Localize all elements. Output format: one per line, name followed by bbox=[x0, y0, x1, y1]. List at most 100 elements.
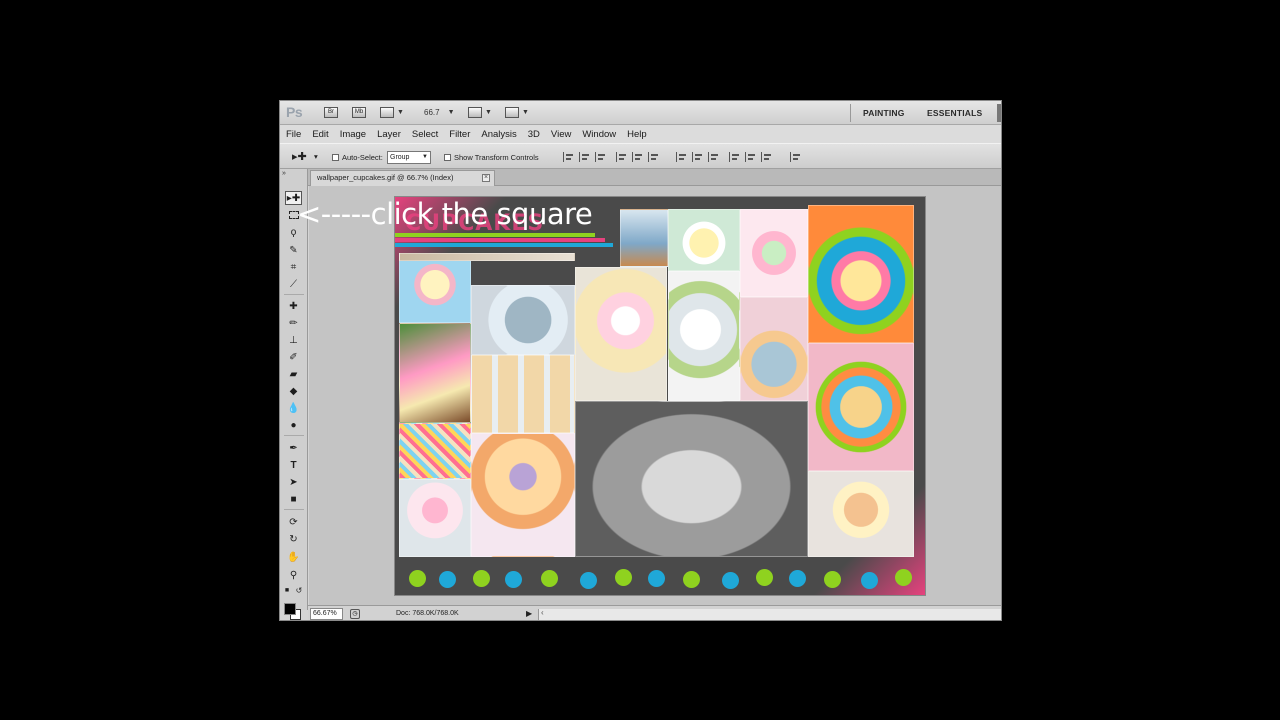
decor-dot bbox=[541, 570, 558, 587]
zoom-field[interactable]: 66.67% bbox=[310, 608, 343, 620]
align-right-icon[interactable] bbox=[648, 152, 660, 162]
photoshop-logo: Ps bbox=[286, 104, 303, 120]
status-menu-arrow-icon[interactable]: ▶ bbox=[526, 609, 532, 618]
auto-select-checkbox[interactable] bbox=[332, 154, 339, 161]
workspace-painting[interactable]: PAINTING bbox=[863, 108, 905, 118]
align-hcenter-icon[interactable] bbox=[632, 152, 644, 162]
menu-file[interactable]: File bbox=[286, 129, 301, 140]
menu-help[interactable]: Help bbox=[627, 129, 647, 140]
decor-dot bbox=[505, 571, 522, 588]
healing-icon: ✚ bbox=[289, 300, 298, 312]
menu-layer[interactable]: Layer bbox=[377, 129, 401, 140]
crop-tool[interactable]: ⌗ bbox=[285, 260, 302, 274]
chevron-down-icon: ▼ bbox=[447, 109, 455, 116]
shape-tool[interactable]: ■ bbox=[285, 492, 302, 506]
align-left-icon[interactable] bbox=[616, 152, 628, 162]
3d-rotate-icon: ⟳ bbox=[289, 516, 298, 528]
zoom-tool[interactable]: ⚲ bbox=[285, 568, 302, 582]
horizontal-scrollbar[interactable]: ‹ bbox=[538, 608, 1001, 620]
zoom-icon: ⚲ bbox=[289, 569, 298, 581]
options-bar: ▸✚ ▾ Auto-Select: Group ▼ Show Transform… bbox=[280, 143, 1001, 169]
path-select-tool[interactable]: ➤ bbox=[285, 475, 302, 489]
decor-dot bbox=[722, 572, 739, 589]
hand-tool[interactable]: ✋ bbox=[285, 550, 302, 564]
workspace-essentials[interactable]: ESSENTIALS bbox=[927, 108, 982, 118]
dodge-tool[interactable]: ● bbox=[285, 418, 302, 432]
photoshop-window: Ps Br Mb ▼ 66.7 ▼ ▼ ▼ PAINTING ESSENTIALS bbox=[279, 100, 1002, 621]
document-canvas[interactable]: CUPCAKES bbox=[395, 197, 925, 595]
menu-filter[interactable]: Filter bbox=[449, 129, 470, 140]
menu-image[interactable]: Image bbox=[340, 129, 366, 140]
arrange-documents-button[interactable]: ▼ bbox=[468, 106, 492, 119]
align-vcenter-icon[interactable] bbox=[579, 152, 591, 162]
photo-tile bbox=[399, 253, 471, 323]
type-icon: T bbox=[290, 459, 297, 471]
scroll-left-icon[interactable]: ‹ bbox=[541, 608, 544, 617]
menu-view[interactable]: View bbox=[551, 129, 571, 140]
eraser-tool[interactable]: ▰ bbox=[285, 367, 302, 381]
screen-mode-button[interactable]: ▼ bbox=[505, 106, 529, 119]
photo-tile bbox=[471, 433, 575, 557]
3d-orbit-tool[interactable]: ↻ bbox=[285, 532, 302, 546]
decor-dot bbox=[789, 570, 806, 587]
gradient-tool[interactable]: ◆ bbox=[285, 384, 302, 398]
tutorial-annotation: <-----click the square bbox=[297, 197, 593, 231]
pen-tool[interactable]: ✒ bbox=[285, 441, 302, 455]
foreground-color-swatch[interactable] bbox=[284, 603, 296, 615]
menu-select[interactable]: Select bbox=[412, 129, 438, 140]
auto-select-label: Auto-Select: bbox=[342, 153, 383, 162]
screen: Ps Br Mb ▼ 66.7 ▼ ▼ ▼ PAINTING ESSENTIALS bbox=[0, 0, 1280, 720]
collapse-panel-icon[interactable]: » bbox=[282, 170, 286, 177]
distribute-vcenter-icon[interactable] bbox=[692, 152, 704, 162]
workspace-menu-handle[interactable] bbox=[997, 104, 1001, 122]
default-colors-icon[interactable]: ■ bbox=[282, 585, 292, 595]
align-top-icon[interactable] bbox=[563, 152, 575, 162]
blur-tool[interactable]: 💧 bbox=[285, 401, 302, 415]
chevron-down-icon: ▼ bbox=[522, 109, 529, 116]
menu-3d[interactable]: 3D bbox=[528, 129, 540, 140]
align-bottom-icon[interactable] bbox=[595, 152, 607, 162]
photo-tile bbox=[399, 479, 471, 557]
zoom-level-value: 66.7 bbox=[424, 108, 440, 117]
show-transform-checkbox[interactable] bbox=[444, 154, 451, 161]
canvas-area[interactable]: CUPCAKES bbox=[309, 186, 1001, 605]
3d-rotate-tool[interactable]: ⟳ bbox=[285, 515, 302, 529]
eraser-icon: ▰ bbox=[289, 368, 298, 380]
eyedropper-tool[interactable]: ⟋ bbox=[285, 277, 302, 291]
lasso-icon: ϙ bbox=[290, 226, 297, 238]
zoom-level-dropdown[interactable]: 66.7 ▼ bbox=[424, 106, 455, 119]
launch-bridge-button[interactable]: Br bbox=[324, 106, 338, 119]
distribute-right-icon[interactable] bbox=[761, 152, 773, 162]
healing-tool[interactable]: ✚ bbox=[285, 299, 302, 313]
launch-minibridge-button[interactable]: Mb bbox=[352, 106, 366, 119]
document-tab[interactable]: wallpaper_cupcakes.gif @ 66.7% (Index) × bbox=[310, 170, 495, 186]
distribute-bottom-icon[interactable] bbox=[708, 152, 720, 162]
distribute-top-icon[interactable] bbox=[676, 152, 688, 162]
menu-edit[interactable]: Edit bbox=[312, 129, 328, 140]
brush-tool[interactable]: ✏ bbox=[285, 316, 302, 330]
distribute-hcenter-icon[interactable] bbox=[745, 152, 757, 162]
hand-icon: ✋ bbox=[287, 551, 300, 563]
decor-dot bbox=[615, 569, 632, 586]
menu-bar: File Edit Image Layer Select Filter Anal… bbox=[280, 125, 1001, 143]
photo-tile bbox=[575, 267, 667, 401]
view-extras-button[interactable]: ▼ bbox=[380, 106, 404, 119]
application-bar: Ps Br Mb ▼ 66.7 ▼ ▼ ▼ PAINTING ESSENTIALS bbox=[280, 101, 1001, 125]
stamp-tool[interactable]: ⊥ bbox=[285, 333, 302, 347]
decor-dot bbox=[409, 570, 426, 587]
distribute-left-icon[interactable] bbox=[729, 152, 741, 162]
close-icon[interactable]: × bbox=[482, 174, 490, 182]
quick-select-tool[interactable]: ✎ bbox=[285, 243, 302, 257]
swap-colors-icon[interactable]: ↺ bbox=[294, 585, 304, 595]
move-tool-preset-icon[interactable]: ▸✚ bbox=[292, 150, 307, 163]
type-tool[interactable]: T bbox=[285, 458, 302, 472]
tools-panel: » ▸✚ ϙ ✎ ⌗ ⟋ ✚ ✏ ⊥ ✐ ▰ ◆ 💧 ● ✒ T ➤ ■ ⟳ ↻… bbox=[280, 169, 308, 620]
auto-select-dropdown[interactable]: Group ▼ bbox=[387, 151, 431, 164]
history-brush-tool[interactable]: ✐ bbox=[285, 350, 302, 364]
menu-analysis[interactable]: Analysis bbox=[481, 129, 516, 140]
auto-align-layers-icon[interactable] bbox=[790, 152, 802, 162]
menu-window[interactable]: Window bbox=[582, 129, 616, 140]
status-info-icon[interactable]: ◷ bbox=[350, 609, 360, 619]
chevron-down-icon[interactable]: ▾ bbox=[314, 152, 318, 161]
arrange-icon bbox=[468, 107, 482, 118]
